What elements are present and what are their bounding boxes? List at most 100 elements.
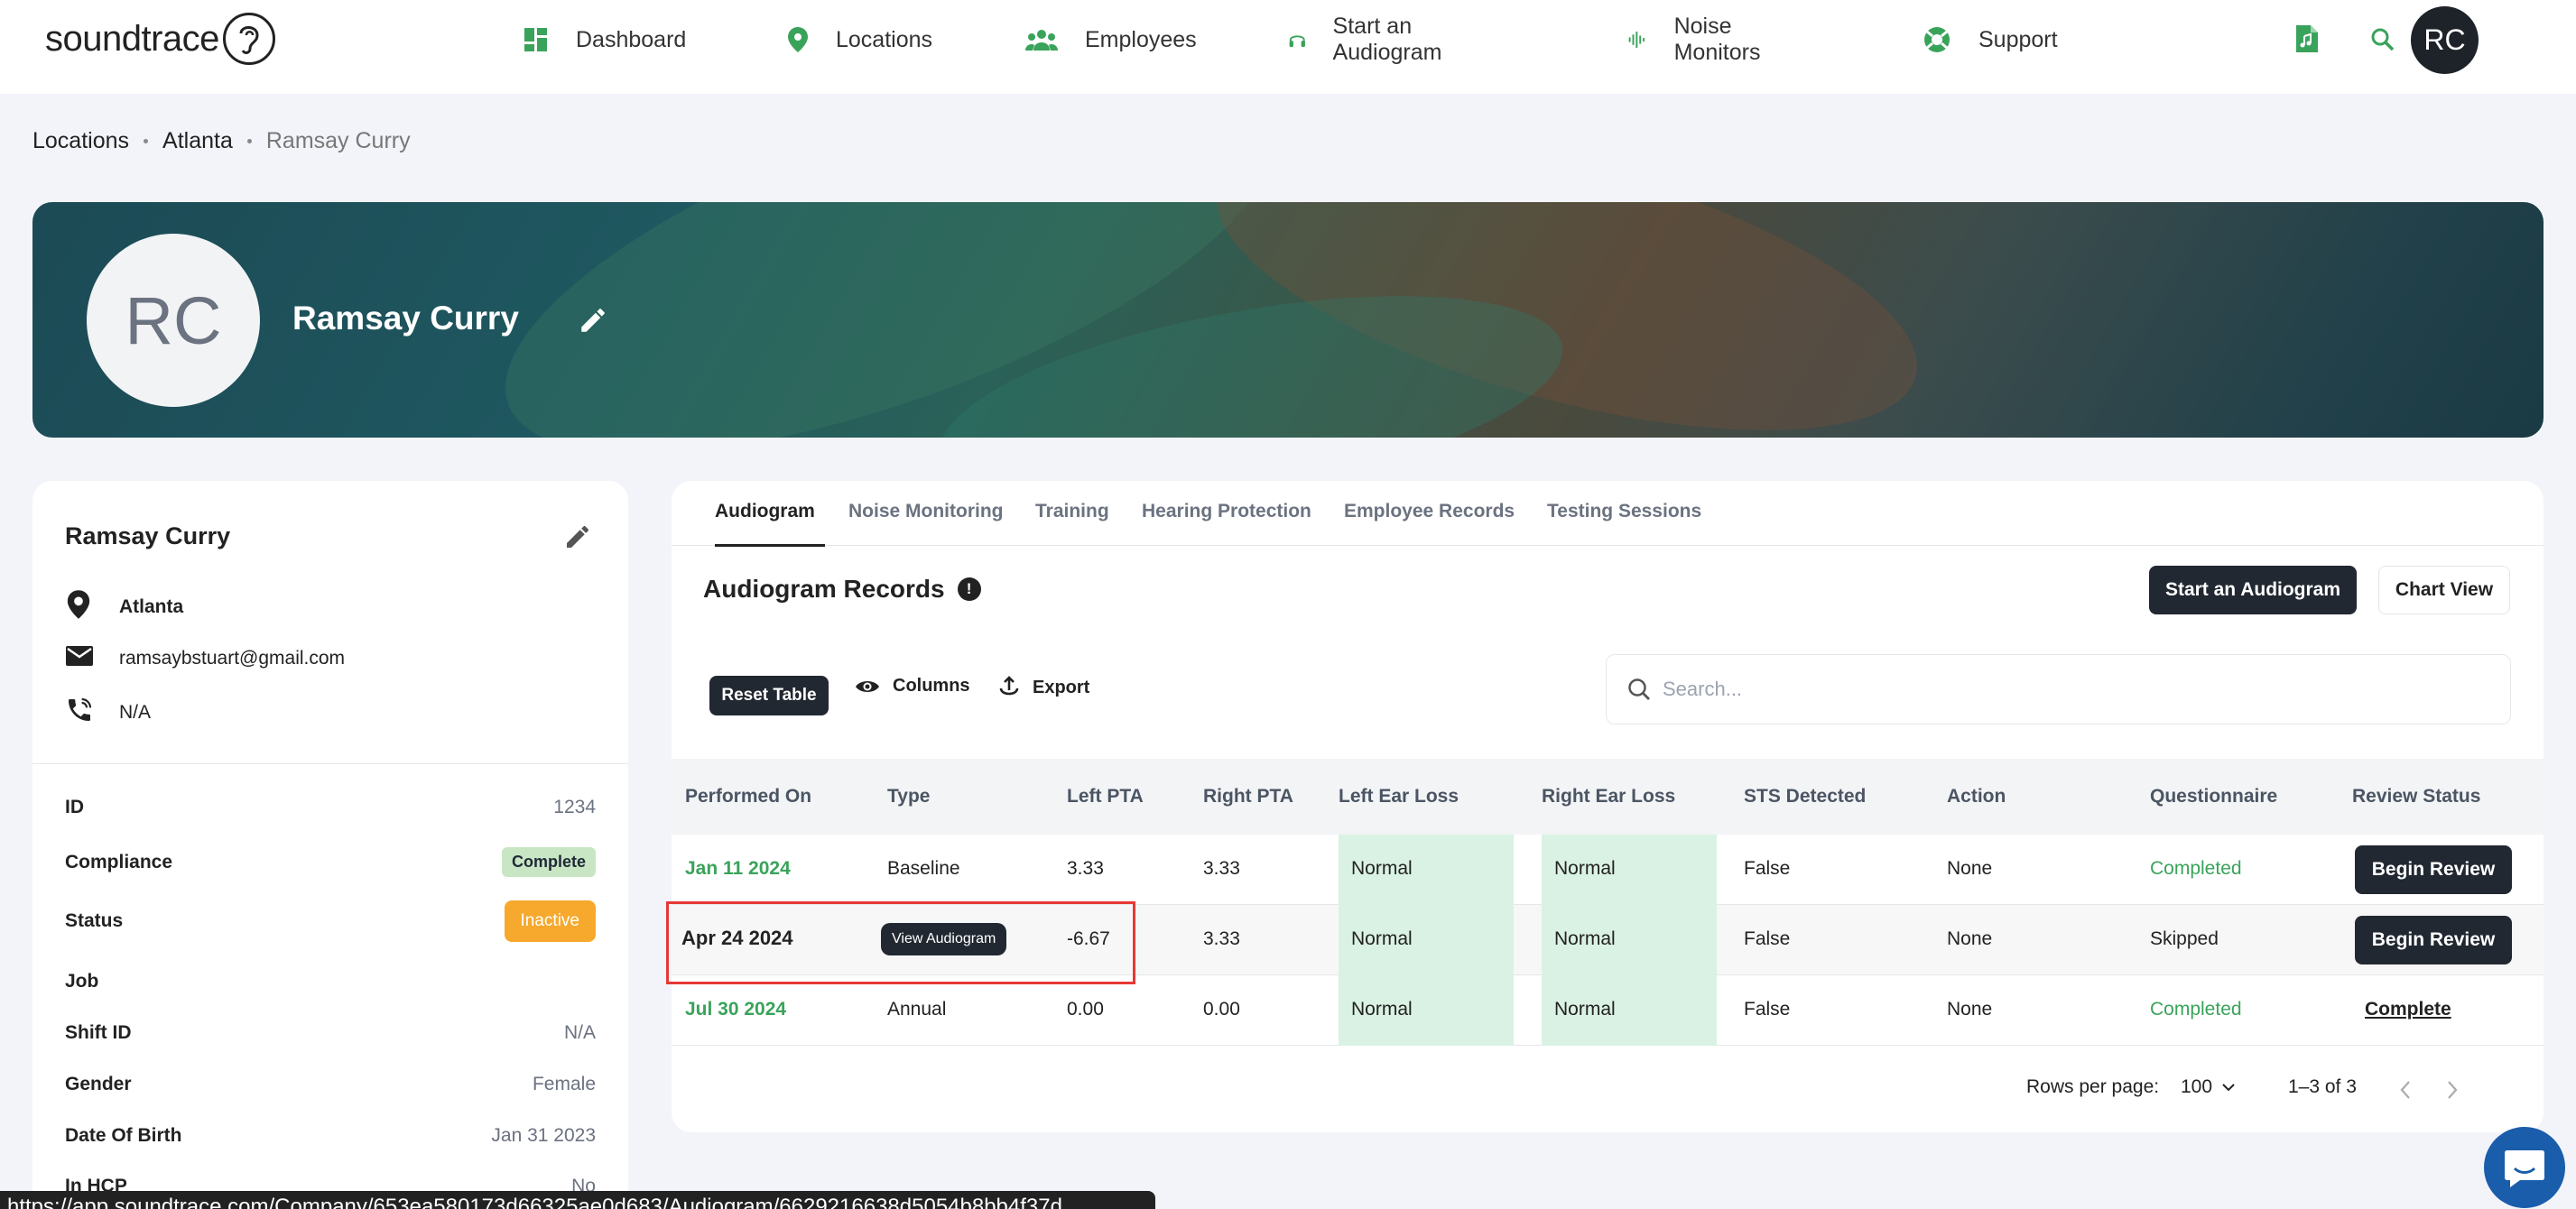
breadcrumb-locations[interactable]: Locations bbox=[32, 128, 129, 154]
tab-hearing-protection[interactable]: Hearing Protection bbox=[1142, 501, 1311, 522]
top-navbar: soundtrace Dashboard Locations Employees… bbox=[0, 0, 2576, 94]
search-input[interactable]: Search... bbox=[1606, 654, 2511, 724]
right-ear-loss-cell: Normal bbox=[1542, 905, 1717, 975]
tab-testing-sessions[interactable]: Testing Sessions bbox=[1547, 501, 1701, 522]
employee-email[interactable]: ramsaybstuart@gmail.com bbox=[119, 648, 345, 669]
tab-training[interactable]: Training bbox=[1035, 501, 1109, 522]
begin-review-button[interactable]: Begin Review bbox=[2355, 916, 2512, 964]
columns-label: Columns bbox=[893, 676, 970, 696]
rows-per-page-label: Rows per page: bbox=[2026, 1076, 2160, 1097]
employee-details-card: Ramsay Curry Atlanta ramsaybstuart@gmail… bbox=[32, 481, 628, 1209]
tab-audiogram[interactable]: Audiogram bbox=[715, 501, 815, 522]
export-icon bbox=[999, 676, 1019, 696]
nav-employees[interactable]: Employees bbox=[1025, 27, 1197, 53]
field-status: Status Inactive bbox=[65, 900, 596, 942]
eye-icon bbox=[856, 680, 879, 692]
soundtrace-logo[interactable]: soundtrace bbox=[45, 13, 275, 65]
nav-dashboard-label: Dashboard bbox=[576, 26, 687, 52]
nav-locations-label: Locations bbox=[836, 26, 933, 52]
field-value: Jan 31 2023 bbox=[491, 1125, 596, 1146]
field-label: Shift ID bbox=[65, 1022, 132, 1043]
tab-employee-records[interactable]: Employee Records bbox=[1344, 501, 1515, 522]
document-audio-icon[interactable] bbox=[2294, 23, 2320, 54]
field-gender: Gender Female bbox=[65, 1074, 596, 1095]
profile-name: Ramsay Curry bbox=[292, 300, 519, 337]
search-icon[interactable] bbox=[2370, 27, 2395, 52]
chart-view-button[interactable]: Chart View bbox=[2378, 566, 2510, 614]
user-avatar[interactable]: RC bbox=[2411, 6, 2479, 74]
left-ear-loss-cell: Normal bbox=[1339, 835, 1514, 905]
chevron-right-icon[interactable] bbox=[2446, 1080, 2459, 1100]
breadcrumb: Locations Atlanta Ramsay Curry bbox=[32, 128, 411, 154]
records-title-text: Audiogram Records bbox=[703, 575, 945, 603]
breadcrumb-atlanta[interactable]: Atlanta bbox=[162, 128, 233, 154]
column-header[interactable]: Left Ear Loss bbox=[1339, 786, 1459, 808]
tab-noise-monitoring[interactable]: Noise Monitoring bbox=[848, 501, 1004, 522]
right-ear-loss-cell: Normal bbox=[1542, 835, 1717, 905]
left-ear-loss-cell: Normal bbox=[1339, 905, 1514, 975]
search-icon bbox=[1628, 678, 1650, 700]
export-button[interactable]: Export bbox=[998, 676, 1089, 699]
right-pta-cell: 0.00 bbox=[1203, 999, 1240, 1020]
rows-per-page-select[interactable]: 100 bbox=[2181, 1076, 2236, 1098]
sts-cell: False bbox=[1744, 928, 1791, 949]
chat-widget-button[interactable] bbox=[2484, 1127, 2565, 1208]
performed-on-cell[interactable]: Jul 30 2024 bbox=[685, 999, 786, 1020]
edit-pencil-icon[interactable] bbox=[578, 305, 608, 336]
edit-pencil-icon[interactable] bbox=[563, 522, 592, 551]
location-pin-icon bbox=[788, 27, 808, 52]
column-header[interactable]: Action bbox=[1947, 786, 2006, 808]
employee-name: Ramsay Curry bbox=[65, 522, 231, 549]
nav-start-audiogram[interactable]: Start an Audiogram bbox=[1289, 14, 1452, 66]
reset-table-button[interactable]: Reset Table bbox=[709, 676, 829, 715]
table-row[interactable]: Jul 30 2024 Annual 0.00 0.00 Normal Norm… bbox=[672, 975, 2544, 1046]
table-header: Performed On Type Left PTA Right PTA Lef… bbox=[672, 759, 2544, 835]
column-header[interactable]: Questionnaire bbox=[2150, 786, 2277, 808]
column-header[interactable]: STS Detected bbox=[1744, 786, 1866, 808]
phone-icon bbox=[69, 697, 92, 721]
profile-banner: RC Ramsay Curry bbox=[32, 202, 2544, 438]
mail-icon bbox=[66, 646, 93, 666]
table-row[interactable]: Apr 24 2024 View Audiogram -6.67 3.33 No… bbox=[666, 901, 2544, 984]
field-shift: Shift ID N/A bbox=[65, 1022, 596, 1044]
column-header[interactable]: Right Ear Loss bbox=[1542, 786, 1675, 808]
chevron-left-icon[interactable] bbox=[2399, 1080, 2412, 1100]
employee-location: Atlanta bbox=[119, 596, 184, 617]
column-header[interactable]: Review Status bbox=[2352, 786, 2480, 808]
start-audiogram-button[interactable]: Start an Audiogram bbox=[2149, 566, 2357, 614]
left-pta-cell: 3.33 bbox=[1067, 858, 1104, 879]
type-cell: Baseline bbox=[887, 858, 960, 879]
compliance-badge: Complete bbox=[501, 847, 596, 877]
performed-on-cell[interactable]: Jan 11 2024 bbox=[685, 858, 791, 880]
logo-text: soundtrace bbox=[45, 18, 219, 59]
action-cell: None bbox=[1947, 999, 1993, 1020]
profile-avatar: RC bbox=[87, 234, 260, 407]
nav-noise-monitors[interactable]: Noise Monitors bbox=[1628, 14, 1771, 66]
begin-review-button[interactable]: Begin Review bbox=[2355, 845, 2512, 894]
breadcrumb-separator bbox=[246, 139, 252, 143]
left-pta-cell: 0.00 bbox=[1067, 999, 1104, 1020]
records-title: Audiogram Records ! bbox=[703, 575, 981, 604]
performed-on-cell[interactable]: Apr 24 2024 bbox=[681, 927, 793, 950]
rows-per-page-value: 100 bbox=[2181, 1076, 2213, 1097]
nav-dashboard[interactable]: Dashboard bbox=[524, 27, 686, 53]
browser-status-url: https://app.soundtrace.com/Company/653ea… bbox=[0, 1191, 1155, 1209]
columns-button[interactable]: Columns bbox=[855, 676, 970, 697]
review-complete-link[interactable]: Complete bbox=[2365, 999, 2451, 1020]
field-label: ID bbox=[65, 797, 84, 817]
field-compliance: Compliance Complete bbox=[65, 847, 596, 877]
info-icon[interactable]: ! bbox=[957, 577, 981, 601]
column-header[interactable]: Type bbox=[887, 786, 930, 808]
column-header[interactable]: Performed On bbox=[685, 786, 811, 808]
sts-cell: False bbox=[1744, 999, 1791, 1020]
export-label: Export bbox=[1033, 677, 1090, 697]
nav-noise-monitors-label: Noise Monitors bbox=[1673, 14, 1761, 65]
employee-phone: N/A bbox=[119, 702, 152, 723]
nav-locations[interactable]: Locations bbox=[787, 26, 932, 53]
field-id: ID 1234 bbox=[65, 797, 596, 818]
questionnaire-cell: Skipped bbox=[2150, 928, 2219, 949]
column-header[interactable]: Left PTA bbox=[1067, 786, 1144, 808]
nav-support[interactable]: Support bbox=[1923, 25, 2058, 54]
column-header[interactable]: Right PTA bbox=[1203, 786, 1293, 808]
table-row[interactable]: Jan 11 2024 Baseline 3.33 3.33 Normal No… bbox=[672, 835, 2544, 905]
